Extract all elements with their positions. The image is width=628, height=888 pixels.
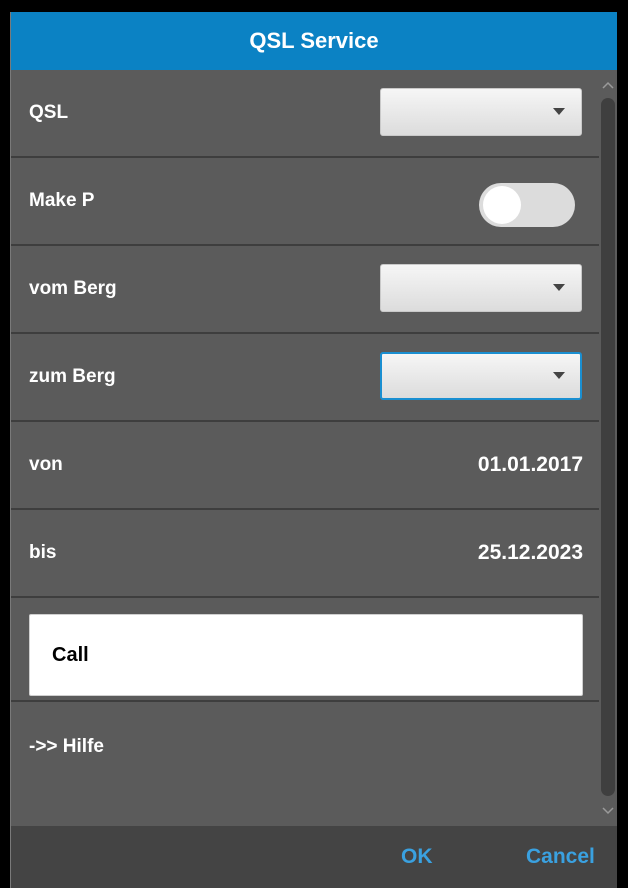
vom-berg-row: vom Berg (11, 246, 599, 334)
dialog-footer: OK Cancel (11, 826, 617, 888)
call-placeholder: Call (52, 643, 89, 666)
chevron-down-icon (553, 372, 565, 379)
help-link[interactable]: ->> Hilfe (29, 702, 104, 792)
cancel-button[interactable]: Cancel (526, 826, 595, 888)
bis-row[interactable]: bis 25.12.2023 (11, 510, 599, 598)
qsl-label: QSL (29, 102, 69, 123)
help-row: ->> Hilfe (11, 702, 599, 792)
von-date-value[interactable]: 01.01.2017 (478, 422, 583, 508)
bis-label: bis (29, 542, 57, 563)
vom-berg-label: vom Berg (29, 278, 117, 299)
chevron-up-icon[interactable] (602, 78, 614, 92)
ok-button[interactable]: OK (401, 826, 433, 888)
chevron-down-icon (553, 284, 565, 291)
make-p-toggle[interactable] (479, 183, 575, 227)
chevron-down-icon (553, 108, 565, 115)
zum-berg-row: zum Berg (11, 334, 599, 422)
make-p-label: Make P (29, 190, 95, 211)
qsl-row: QSL (11, 70, 599, 158)
bis-date-value[interactable]: 25.12.2023 (478, 510, 583, 596)
chevron-down-icon[interactable] (602, 804, 614, 818)
qsl-service-dialog: QSL Service QSL Make P vom Berg zum Berg (10, 12, 617, 888)
call-input[interactable]: Call (29, 614, 583, 696)
vertical-scrollbar[interactable] (599, 70, 617, 826)
von-row[interactable]: von 01.01.2017 (11, 422, 599, 510)
make-p-row: Make P (11, 158, 599, 246)
toggle-knob (483, 186, 521, 224)
scrollbar-thumb[interactable] (601, 98, 615, 796)
call-row: Call (11, 598, 599, 702)
vom-berg-dropdown[interactable] (380, 264, 582, 312)
zum-berg-label: zum Berg (29, 366, 116, 387)
form-content: QSL Make P vom Berg zum Berg von 01.01.2… (11, 70, 599, 826)
von-label: von (29, 454, 63, 475)
qsl-dropdown[interactable] (380, 88, 582, 136)
zum-berg-dropdown[interactable] (380, 352, 582, 400)
dialog-title: QSL Service (11, 12, 617, 70)
